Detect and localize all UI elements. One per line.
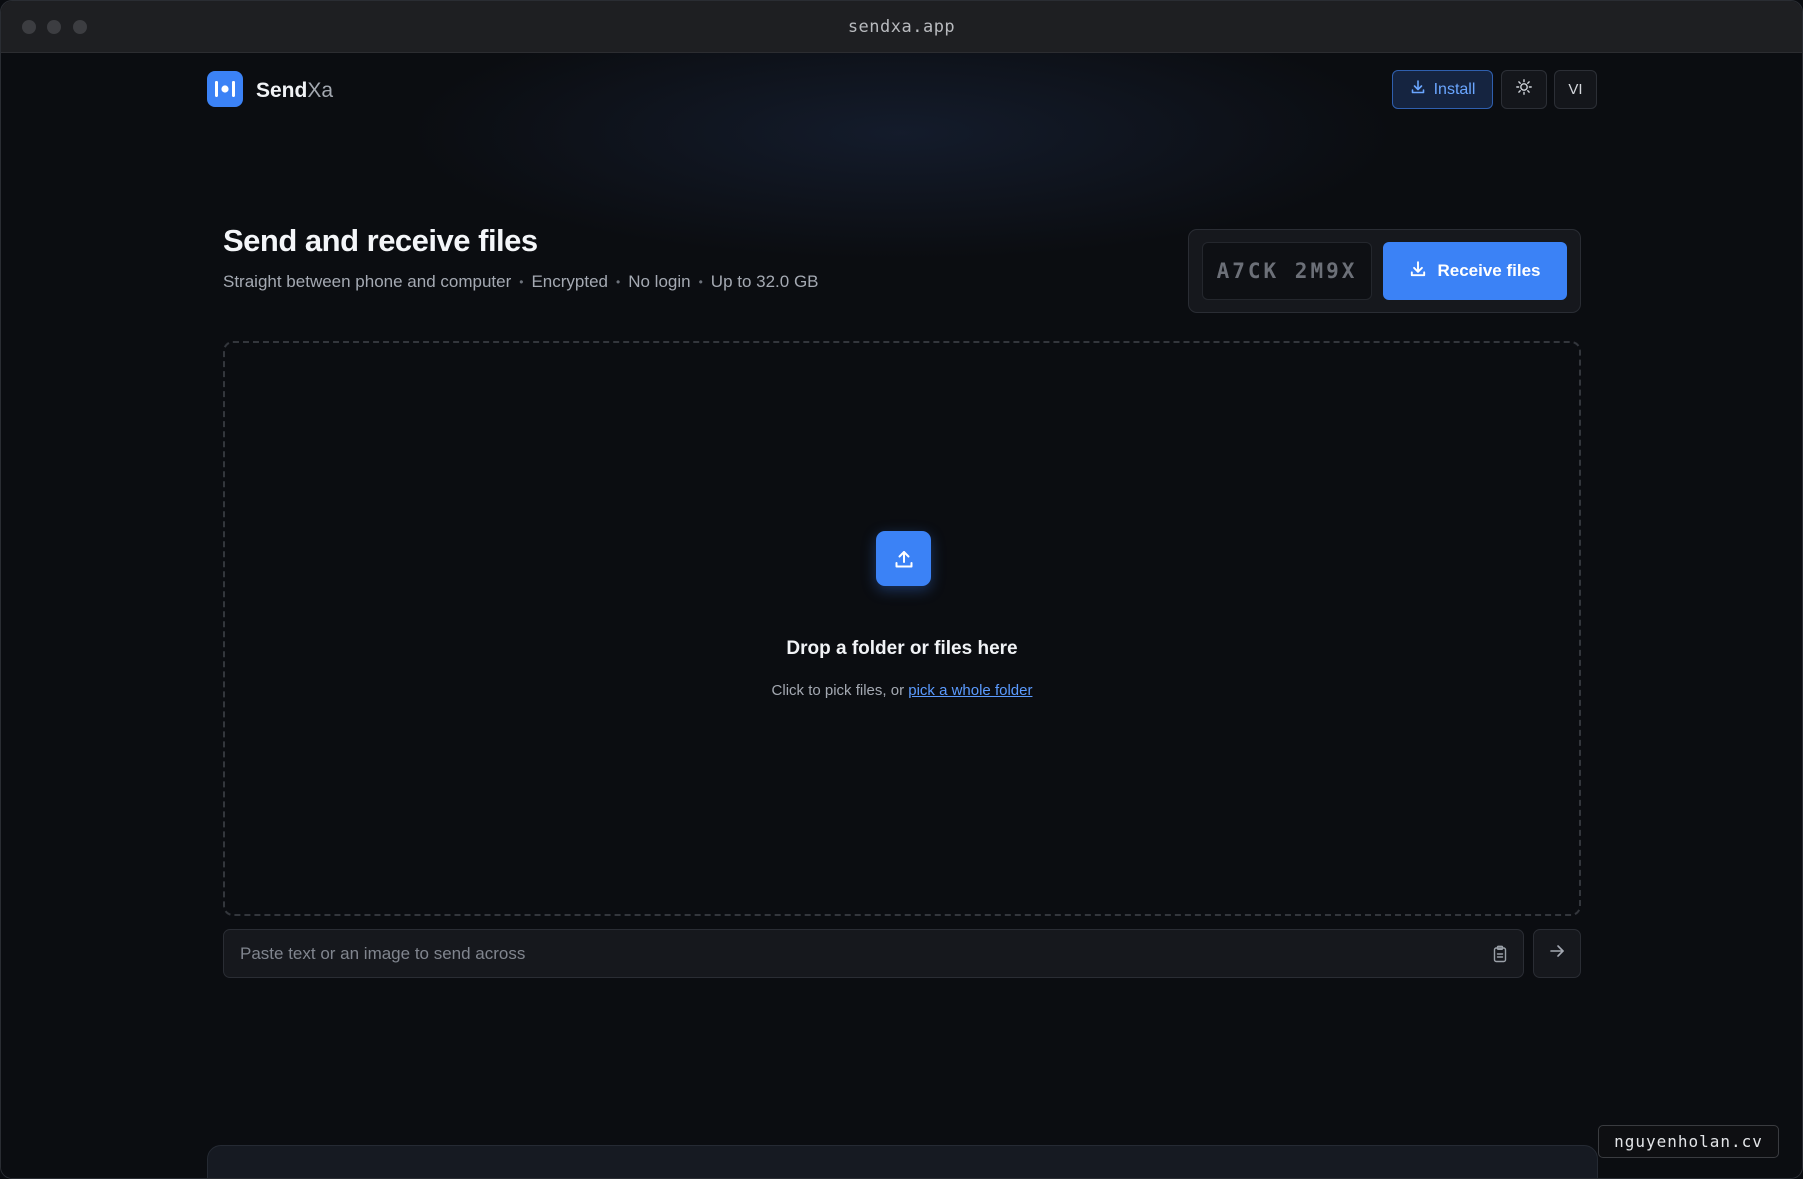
dropzone-hint-text: Click to pick files, or: [771, 682, 909, 699]
receive-files-label: Receive files: [1437, 261, 1541, 280]
window-title: sendxa.app: [847, 17, 956, 37]
separator-dot: •: [519, 275, 524, 289]
dropzone-title: Drop a folder or files here: [786, 638, 1018, 659]
feature-item: Up to 32.0 GB: [710, 272, 819, 291]
paste-field: [223, 929, 1524, 978]
logo-icon[interactable]: [207, 71, 243, 107]
feature-item: Encrypted: [531, 272, 609, 291]
file-dropzone[interactable]: Drop a folder or files here Click to pic…: [223, 341, 1581, 916]
sun-icon: [1515, 78, 1533, 101]
install-label: Install: [1433, 80, 1476, 98]
brand-name[interactable]: SendXa: [256, 79, 333, 103]
page-title: Send and receive files: [223, 223, 538, 258]
brand-name-part2: Xa: [307, 79, 334, 102]
install-button[interactable]: Install: [1392, 70, 1493, 109]
separator-dot: •: [698, 275, 703, 289]
clipboard-icon[interactable]: [1489, 943, 1511, 965]
bottom-panel: [207, 1145, 1598, 1178]
download-icon: [1409, 260, 1427, 283]
download-icon: [1410, 79, 1426, 100]
language-button[interactable]: VI: [1554, 70, 1597, 109]
paste-input[interactable]: [224, 930, 1474, 977]
brand-name-part1: Send: [256, 79, 308, 102]
dropzone-hint: Click to pick files, or pick a whole fol…: [225, 682, 1579, 699]
feature-list: Straight between phone and computer • En…: [223, 272, 819, 292]
title-bar: sendxa.app: [1, 1, 1802, 53]
theme-toggle-button[interactable]: [1501, 70, 1547, 109]
upload-icon: [876, 531, 931, 586]
separator-dot: •: [616, 275, 621, 289]
arrow-right-icon: [1548, 942, 1566, 965]
app-window: sendxa.app SendXa Install VI Send and re…: [0, 0, 1803, 1179]
page-content: SendXa Install VI Send and receive files…: [1, 53, 1802, 1178]
receive-panel: A7CK 2M9X Receive files: [1188, 229, 1581, 313]
pick-folder-link[interactable]: pick a whole folder: [908, 682, 1032, 699]
feature-item: No login: [628, 272, 691, 291]
receive-code-input[interactable]: A7CK 2M9X: [1202, 242, 1372, 300]
receive-files-button[interactable]: Receive files: [1383, 242, 1567, 300]
feature-item: Straight between phone and computer: [223, 272, 512, 291]
watermark-label: nguyenholan.cv: [1598, 1125, 1779, 1158]
send-text-button[interactable]: [1533, 929, 1581, 978]
